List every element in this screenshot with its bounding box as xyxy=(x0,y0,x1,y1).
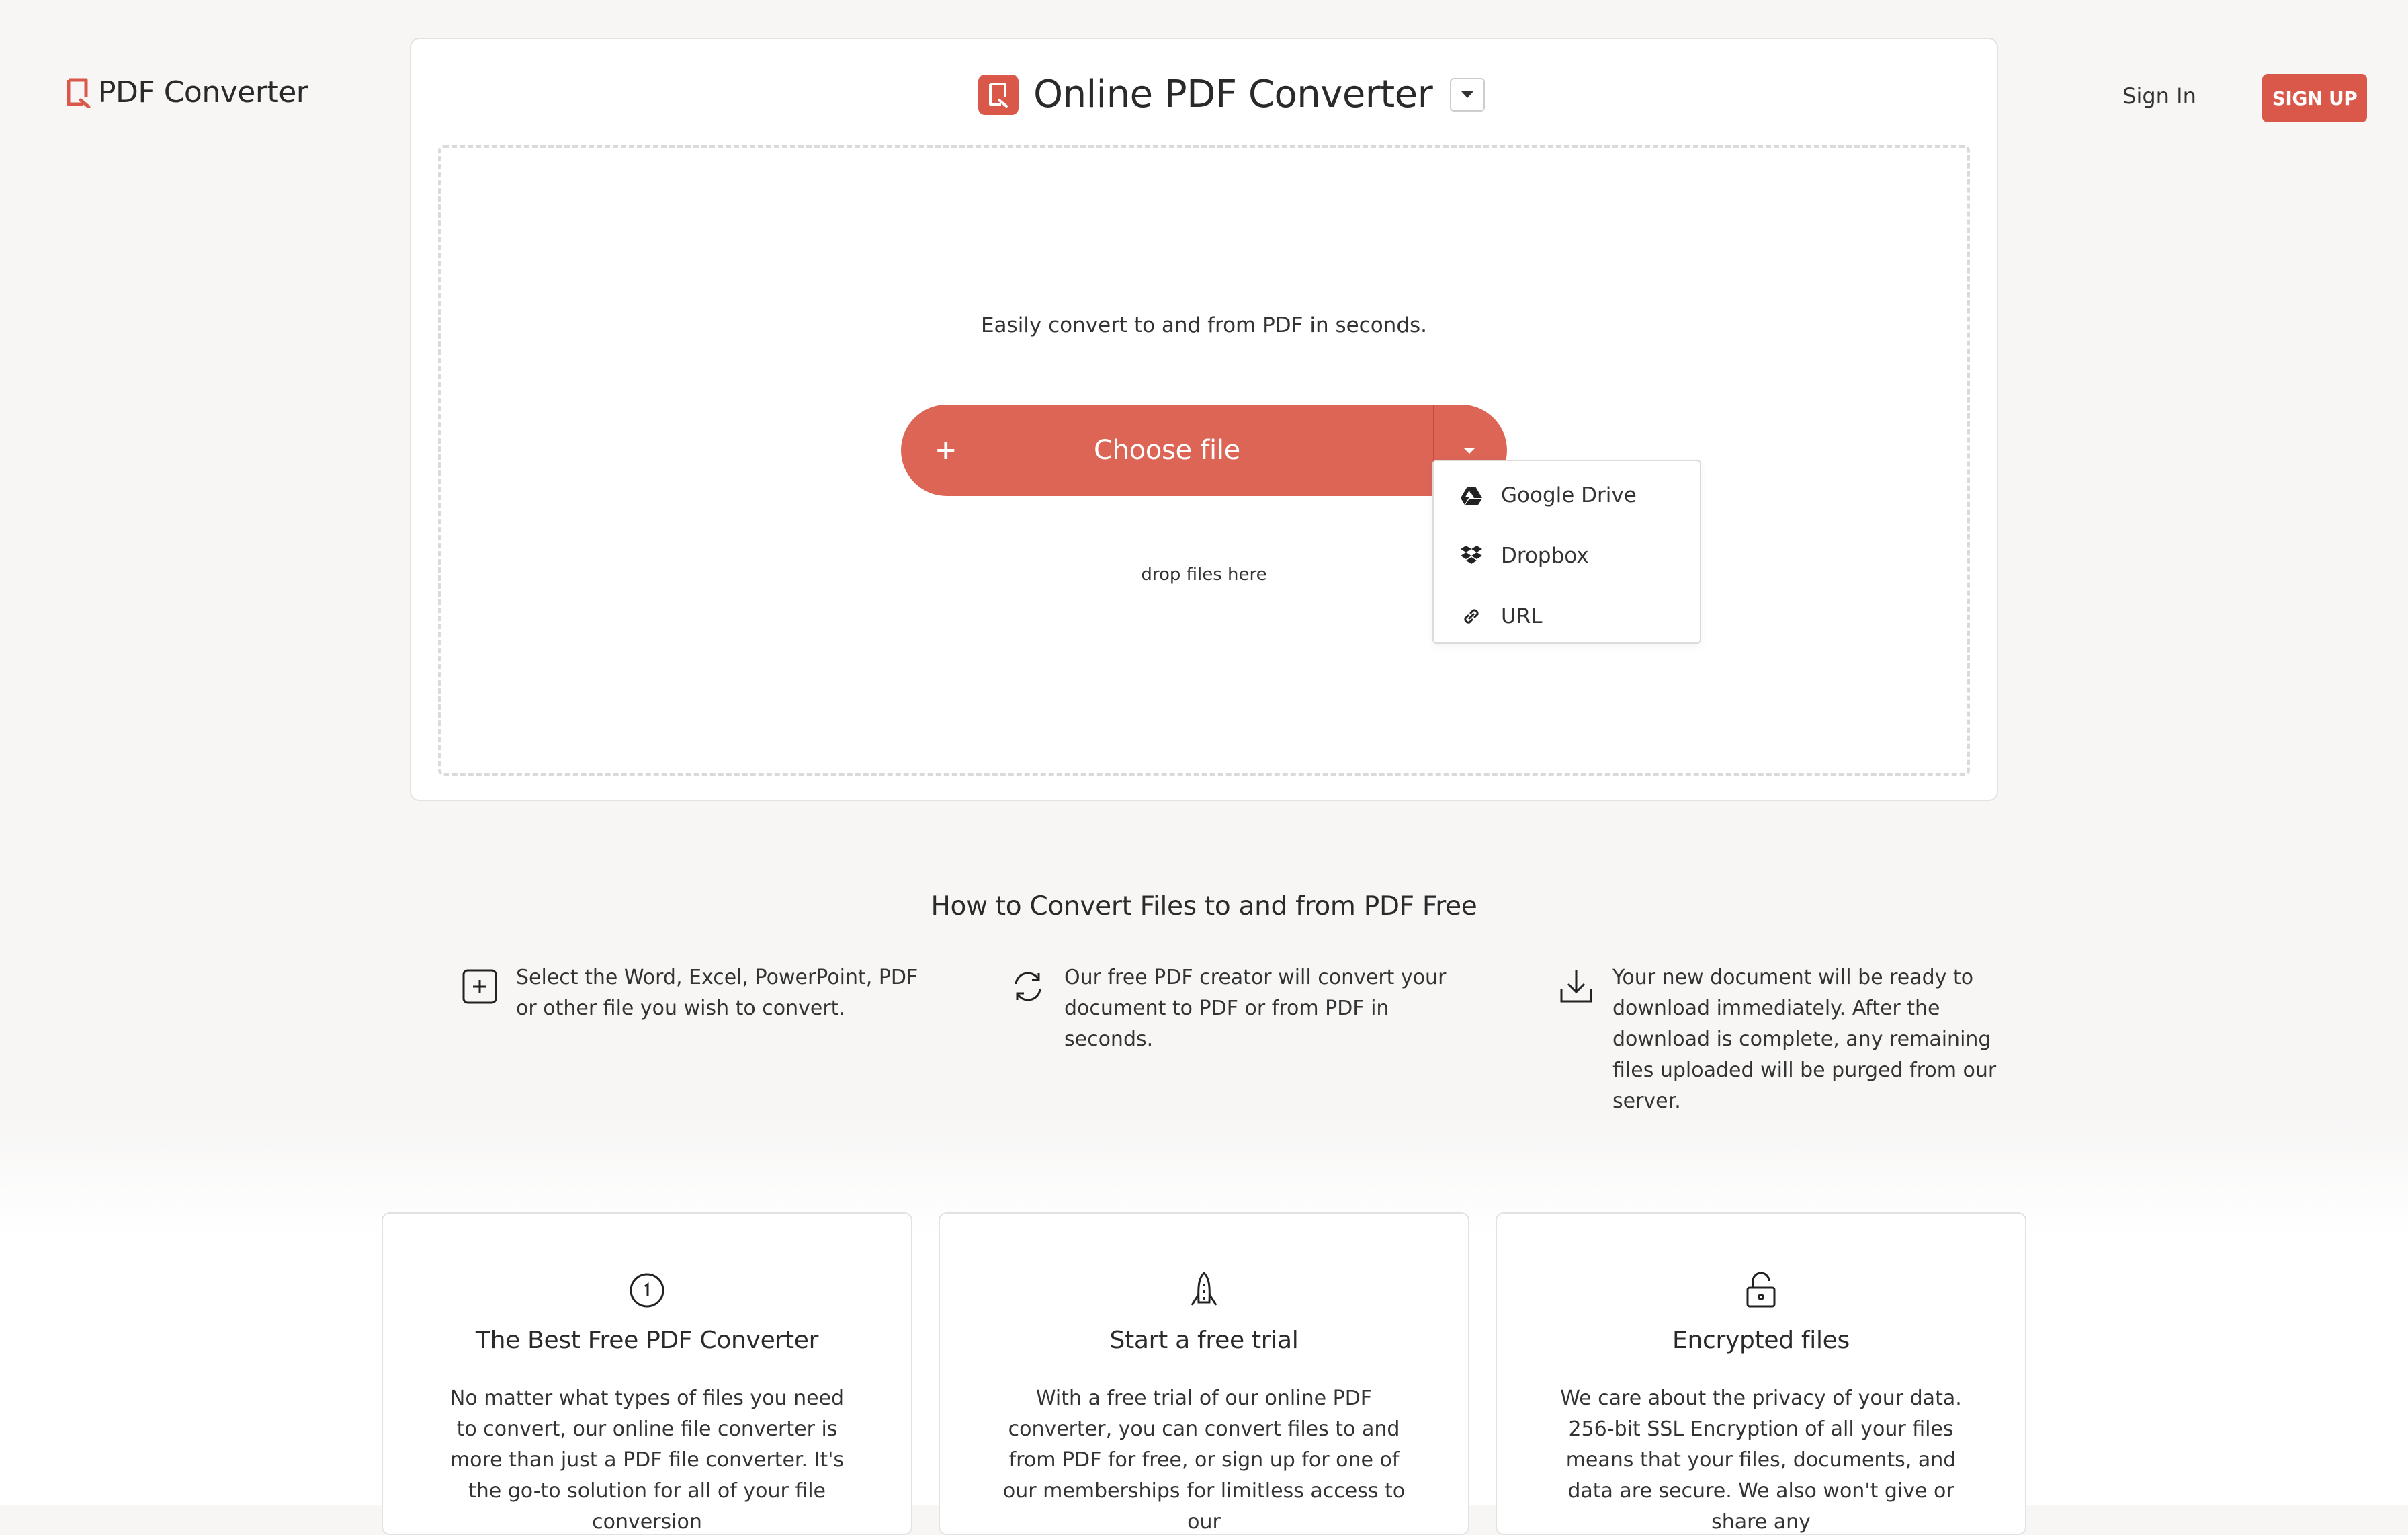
sign-up-button[interactable]: SIGN UP xyxy=(2262,74,2367,122)
download-icon xyxy=(1557,968,1598,1008)
lock-icon xyxy=(1739,1269,1782,1312)
howto-step-text: Select the Word, Excel, PowerPoint, PDF … xyxy=(516,966,918,1020)
howto-step-text: Our free PDF creator will convert your d… xyxy=(1064,966,1447,1051)
howto-step-text: Your new document will be ready to downl… xyxy=(1612,966,1997,1113)
converter-tagline: Easily convert to and from PDF in second… xyxy=(980,313,1428,337)
menu-item-label: Google Drive xyxy=(1501,483,1637,507)
page-title: Online PDF Converter xyxy=(1033,73,1433,116)
google-drive-icon xyxy=(1459,483,1484,507)
choose-file-button[interactable]: + Choose file xyxy=(901,405,1433,496)
pdf-logo-icon xyxy=(66,77,91,108)
convert-arrows-icon xyxy=(1009,968,1049,1008)
feature-card-encrypted: Encrypted files We care about the privac… xyxy=(1496,1212,2026,1535)
site-logo[interactable]: PDF Converter xyxy=(66,75,308,110)
menu-item-dropbox[interactable]: Dropbox xyxy=(1434,526,1700,586)
link-icon xyxy=(1459,604,1484,628)
feature-body: With a free trial of our online PDF conv… xyxy=(1002,1386,1406,1534)
feature-body: We care about the privacy of your data. … xyxy=(1560,1386,1962,1534)
logo-text: PDF Converter xyxy=(98,75,308,110)
dropbox-icon xyxy=(1459,544,1484,568)
sign-in-link[interactable]: Sign In xyxy=(2106,83,2213,109)
chevron-down-icon xyxy=(1463,448,1475,454)
add-file-icon xyxy=(461,968,501,1008)
feature-title: The Best Free PDF Converter xyxy=(475,1327,819,1354)
feature-title: Start a free trial xyxy=(1109,1327,1299,1354)
menu-item-label: Dropbox xyxy=(1501,544,1589,568)
drop-files-hint: drop files here xyxy=(1141,565,1267,585)
menu-item-url[interactable]: URL xyxy=(1434,586,1700,647)
rocket-icon xyxy=(1182,1269,1226,1312)
choose-file-label: Choose file xyxy=(1093,435,1240,466)
howto-title: How to Convert Files to and from PDF Fre… xyxy=(931,891,1477,921)
badge-one-icon xyxy=(626,1269,669,1312)
menu-item-label: URL xyxy=(1501,604,1543,628)
upload-source-menu: Google Drive Dropbox URL xyxy=(1432,460,1701,644)
feature-body: No matter what types of files you need t… xyxy=(449,1386,845,1534)
menu-item-google-drive[interactable]: Google Drive xyxy=(1434,465,1700,526)
converter-title-bar: Online PDF Converter xyxy=(978,73,1486,116)
feature-title: Encrypted files xyxy=(1672,1327,1850,1354)
chevron-down-icon xyxy=(1461,91,1474,98)
feature-card-free-trial: Start a free trial With a free trial of … xyxy=(939,1212,1469,1535)
pdf-converter-icon xyxy=(978,74,1019,115)
feature-card-best-converter: The Best Free PDF Converter No matter wh… xyxy=(382,1212,912,1535)
converter-type-dropdown[interactable] xyxy=(1450,77,1486,112)
